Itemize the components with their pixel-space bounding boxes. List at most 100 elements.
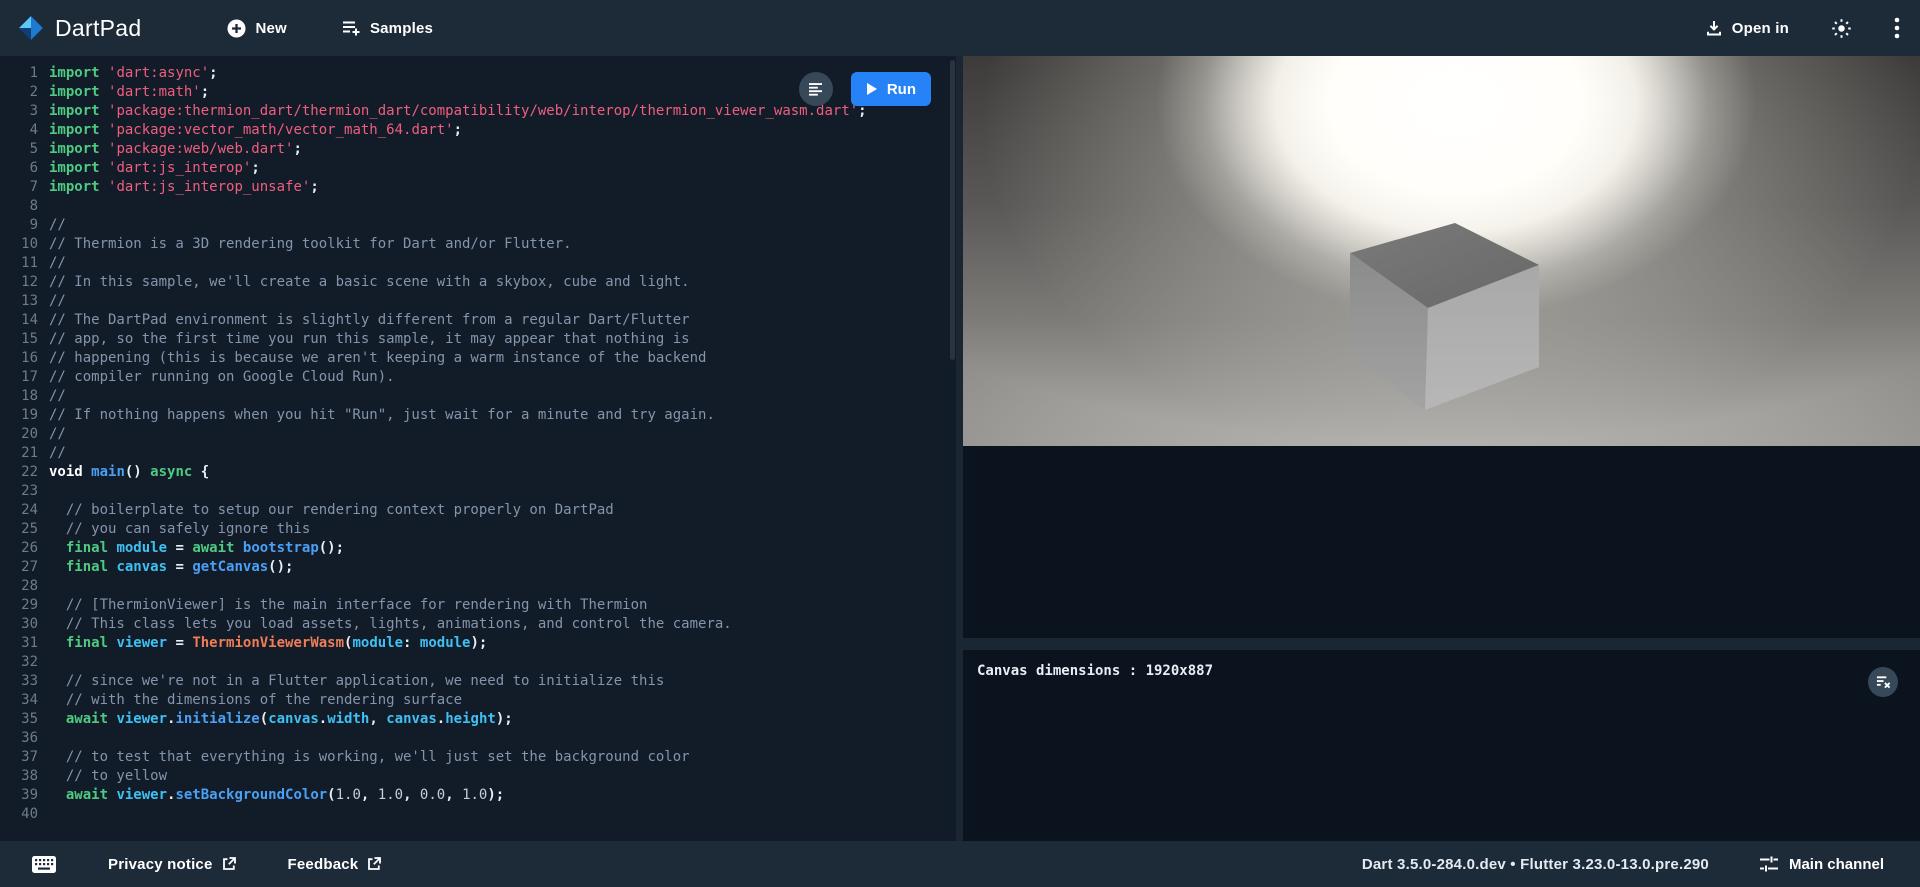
code-line[interactable]: 23 — [0, 482, 956, 501]
overflow-menu-button[interactable] — [1890, 13, 1904, 43]
run-button-label: Run — [887, 81, 916, 98]
vertical-splitter[interactable] — [956, 56, 963, 841]
code-line[interactable]: 27 final canvas = getCanvas(); — [0, 558, 956, 577]
code-line[interactable]: 5import 'package:web/web.dart'; — [0, 140, 956, 159]
topbar-actions: New Samples — [223, 13, 437, 44]
code-line[interactable]: 4import 'package:vector_math/vector_math… — [0, 121, 956, 140]
line-number: 38 — [0, 767, 49, 786]
line-number: 5 — [0, 140, 49, 159]
code-line[interactable]: 24 // boilerplate to setup our rendering… — [0, 501, 956, 520]
line-number: 2 — [0, 83, 49, 102]
editor-scrollbar[interactable] — [950, 60, 955, 360]
code-line[interactable]: 21// — [0, 444, 956, 463]
code-line[interactable]: 29 // [ThermionViewer] is the main inter… — [0, 596, 956, 615]
samples-button[interactable]: Samples — [337, 13, 437, 43]
code-line[interactable]: 32 — [0, 653, 956, 672]
code-line[interactable]: 12// In this sample, we'll create a basi… — [0, 273, 956, 292]
privacy-notice-link[interactable]: Privacy notice — [104, 852, 240, 877]
download-icon — [1705, 19, 1723, 37]
code-line[interactable]: 18// — [0, 387, 956, 406]
line-number: 15 — [0, 330, 49, 349]
code-line[interactable]: 14// The DartPad environment is slightly… — [0, 311, 956, 330]
right-column: Canvas dimensions : 1920x887 — [963, 56, 1920, 841]
line-number: 36 — [0, 729, 49, 748]
code-line[interactable]: 8 — [0, 197, 956, 216]
code-line[interactable]: 25 // you can safely ignore this — [0, 520, 956, 539]
code-line[interactable]: 28 — [0, 577, 956, 596]
line-number: 33 — [0, 672, 49, 691]
plus-circle-icon — [227, 19, 246, 38]
line-number: 18 — [0, 387, 49, 406]
code-line[interactable]: 33 // since we're not in a Flutter appli… — [0, 672, 956, 691]
new-button[interactable]: New — [223, 13, 290, 44]
console-panel: Canvas dimensions : 1920x887 — [963, 650, 1920, 841]
keyboard-shortcuts-button[interactable] — [28, 852, 60, 877]
code-line[interactable]: 19// If nothing happens when you hit "Ru… — [0, 406, 956, 425]
open-in-button[interactable]: Open in — [1701, 13, 1793, 43]
line-number: 31 — [0, 634, 49, 653]
code-line[interactable]: 36 — [0, 729, 956, 748]
execution-frame-panel — [963, 56, 1920, 638]
line-number: 7 — [0, 178, 49, 197]
line-number: 20 — [0, 425, 49, 444]
channel-selector[interactable]: Main channel — [1753, 854, 1890, 874]
line-number: 32 — [0, 653, 49, 672]
code-line[interactable]: 35 await viewer.initialize(canvas.width,… — [0, 710, 956, 729]
line-number: 9 — [0, 216, 49, 235]
code-line[interactable]: 26 final module = await bootstrap(); — [0, 539, 956, 558]
3d-render-canvas[interactable] — [963, 56, 1920, 446]
format-button[interactable] — [799, 72, 833, 106]
line-number: 12 — [0, 273, 49, 292]
code-editor[interactable]: 1import 'dart:async';2import 'dart:math'… — [0, 56, 956, 824]
samples-button-label: Samples — [370, 20, 433, 37]
brightness-sun-icon — [1831, 18, 1852, 39]
theme-toggle-button[interactable] — [1827, 14, 1856, 43]
top-app-bar: DartPad New Samples Open in — [0, 0, 1920, 56]
code-line[interactable]: 39 await viewer.setBackgroundColor(1.0, … — [0, 786, 956, 805]
code-line[interactable]: 20// — [0, 425, 956, 444]
line-number: 22 — [0, 463, 49, 482]
clear-console-button[interactable] — [1868, 667, 1898, 697]
code-line[interactable]: 15// app, so the first time you run this… — [0, 330, 956, 349]
code-line[interactable]: 13// — [0, 292, 956, 311]
open-in-label: Open in — [1732, 20, 1789, 37]
run-button[interactable]: Run — [851, 72, 931, 106]
align-lines-icon — [808, 83, 823, 96]
feedback-link[interactable]: Feedback — [284, 852, 386, 877]
line-number: 28 — [0, 577, 49, 596]
line-number: 40 — [0, 805, 49, 824]
line-number: 23 — [0, 482, 49, 501]
line-number: 1 — [0, 64, 49, 83]
line-number: 26 — [0, 539, 49, 558]
line-number: 34 — [0, 691, 49, 710]
code-line[interactable]: 16// happening (this is because we aren'… — [0, 349, 956, 368]
code-line[interactable]: 40 — [0, 805, 956, 824]
code-line[interactable]: 30 // This class lets you load assets, l… — [0, 615, 956, 634]
line-number: 8 — [0, 197, 49, 216]
brand: DartPad — [18, 15, 141, 42]
console-output: Canvas dimensions : 1920x887 — [977, 663, 1906, 679]
code-line[interactable]: 7import 'dart:js_interop_unsafe'; — [0, 178, 956, 197]
code-line[interactable]: 6import 'dart:js_interop'; — [0, 159, 956, 178]
code-line[interactable]: 11// — [0, 254, 956, 273]
line-number: 13 — [0, 292, 49, 311]
code-line[interactable]: 17// compiler running on Google Cloud Ru… — [0, 368, 956, 387]
line-number: 10 — [0, 235, 49, 254]
code-line[interactable]: 31 final viewer = ThermionViewerWasm(mod… — [0, 634, 956, 653]
code-line[interactable]: 37 // to test that everything is working… — [0, 748, 956, 767]
line-number: 29 — [0, 596, 49, 615]
play-triangle-icon — [866, 83, 877, 95]
line-number: 11 — [0, 254, 49, 273]
code-line[interactable]: 10// Thermion is a 3D rendering toolkit … — [0, 235, 956, 254]
code-line[interactable]: 34 // with the dimensions of the renderi… — [0, 691, 956, 710]
line-number: 17 — [0, 368, 49, 387]
line-number: 16 — [0, 349, 49, 368]
line-number: 24 — [0, 501, 49, 520]
code-line[interactable]: 38 // to yellow — [0, 767, 956, 786]
horizontal-splitter[interactable] — [963, 638, 1920, 650]
rendered-cube — [963, 56, 1920, 446]
code-line[interactable]: 22void main() async { — [0, 463, 956, 482]
statusbar-right: Dart 3.5.0-284.0.dev • Flutter 3.23.0-13… — [1362, 854, 1890, 874]
code-line[interactable]: 9// — [0, 216, 956, 235]
line-number: 4 — [0, 121, 49, 140]
